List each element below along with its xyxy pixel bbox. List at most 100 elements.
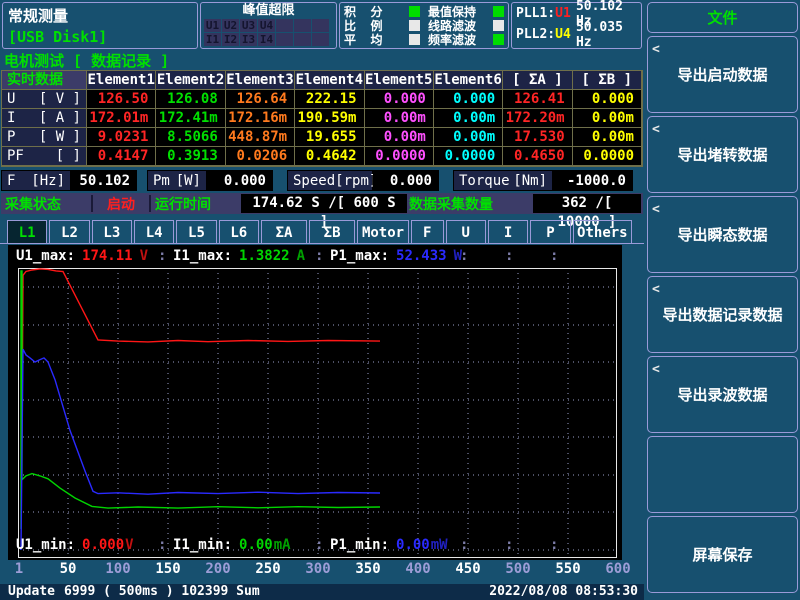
min-value: 0.00 <box>396 537 430 553</box>
sidebar-button-export-datalog-data[interactable]: <导出数据记录数据 <box>647 276 798 353</box>
value-cell: 172.20m <box>503 109 572 128</box>
row-unit: [ V ] <box>39 90 81 108</box>
value-cell: 0.3913 <box>156 147 225 166</box>
scalar-unit: [Nm] <box>513 173 547 189</box>
scalar-label-speed: Speed[rpm] <box>287 170 373 191</box>
scalar-unit: [Hz] <box>31 173 65 189</box>
sidebar-button-export-waveform-data[interactable]: <导出录波数据 <box>647 356 798 433</box>
max-unit: A <box>297 248 305 264</box>
tab-l3[interactable]: L3 <box>92 220 132 244</box>
x-tick-350: 350 <box>355 561 380 577</box>
tab-l5[interactable]: L5 <box>176 220 216 244</box>
tab-σb[interactable]: ΣB <box>309 220 355 244</box>
peak-cell-i3: I3 <box>240 33 257 46</box>
indicator-led <box>493 20 504 31</box>
x-axis-labels: 150100150200250300350400450500550600 <box>8 561 638 581</box>
sidebar-button-label: 导出堵转数据 <box>677 144 767 165</box>
row-name: PF <box>7 147 24 165</box>
x-tick-150: 150 <box>155 561 180 577</box>
update-label: Update <box>8 584 55 600</box>
value-cell: 19.655 <box>295 128 364 147</box>
curve-i1 <box>21 271 380 529</box>
pll-source: U1 <box>555 6 576 21</box>
row-unit: [ W ] <box>39 128 81 146</box>
peak-cell-u4: U4 <box>258 19 275 32</box>
peak-cell-u3: U3 <box>240 19 257 32</box>
x-tick-50: 50 <box>60 561 77 577</box>
value-cell: 0.000 <box>573 90 642 109</box>
pll-frequency: 50.035 Hz <box>576 20 637 50</box>
sidebar-button-export-startup-data[interactable]: <导出启动数据 <box>647 36 798 113</box>
min-label: P1_min: <box>330 537 389 553</box>
value-cell: 126.64 <box>226 90 295 109</box>
tab-l1[interactable]: L1 <box>7 220 47 244</box>
value-cell: 448.87m <box>226 128 295 147</box>
tab-motor[interactable]: Motor <box>357 220 409 244</box>
value-cell: 0.000 <box>365 90 434 109</box>
indicator-label: 频率滤波 <box>428 31 476 48</box>
pll-line: PLL2:U450.035 Hz <box>512 24 641 45</box>
peak-cell-i4: I4 <box>258 33 275 46</box>
tab-u[interactable]: U <box>446 220 486 244</box>
peak-cell-empty <box>312 33 329 46</box>
min-value: 0.000 <box>82 537 124 553</box>
sidebar-button-export-stall-data[interactable]: <导出堵转数据 <box>647 116 798 193</box>
tab-p[interactable]: P <box>530 220 570 244</box>
sample-count-label: 数据采集数量 <box>409 194 531 214</box>
value-cell: 0.4147 <box>87 147 156 166</box>
min-unit: mW <box>431 537 448 553</box>
tab-f[interactable]: F <box>411 220 444 244</box>
indicator-led <box>409 6 420 17</box>
tab-l6[interactable]: L6 <box>219 220 259 244</box>
runtime-value: 174.62 S /[ 600 S ] <box>241 194 407 213</box>
max-unit: V <box>140 248 148 264</box>
x-tick-250: 250 <box>255 561 280 577</box>
channel-tab-bar: L1L2L3L4L5L6ΣAΣBMotorFUIPOthers <box>7 220 634 244</box>
chevron-left-icon: < <box>652 282 660 297</box>
x-tick-300: 300 <box>305 561 330 577</box>
chevron-left-icon: < <box>652 42 660 57</box>
value-cell: 0.000 <box>434 90 503 109</box>
indicator-off: 平 均 <box>344 33 420 46</box>
value-cell: 0.4650 <box>503 147 572 166</box>
page-title: 常规测量 <box>8 5 68 26</box>
usb-disk-label: [USB Disk1] <box>8 28 107 46</box>
status-bar: Update 6999 ( 500ms ) 102399 Sum 2022/08… <box>0 584 644 600</box>
row-label: I[ A ] <box>2 109 87 128</box>
max-readout-i1: I1_max:1.3822A <box>173 248 305 264</box>
row-label: U [ V ] <box>2 90 87 109</box>
tab-others[interactable]: Others <box>573 220 632 244</box>
chart-max-labels: U1_max:174.11VI1_max:1.3822AP1_max:52.43… <box>8 248 622 266</box>
separator-colon: : <box>158 248 166 264</box>
value-cell: 0.00m <box>434 109 503 128</box>
value-cell: 8.5066 <box>156 128 225 147</box>
sidebar-button-label: 屏幕保存 <box>692 544 752 565</box>
tab-i[interactable]: I <box>488 220 528 244</box>
value-cell: 0.4642 <box>295 147 364 166</box>
max-value: 52.433 <box>396 248 447 264</box>
tab-l4[interactable]: L4 <box>134 220 174 244</box>
row-label: PF[ ] <box>2 147 87 166</box>
separator-colon: : <box>550 537 558 553</box>
table-corner-label: 实时数据 <box>2 71 87 90</box>
x-tick-600: 600 <box>605 561 630 577</box>
acq-status-value: 启动 <box>93 194 149 214</box>
x-tick-400: 400 <box>405 561 430 577</box>
row-name: U <box>7 90 15 108</box>
value-cell: 9.0231 <box>87 128 156 147</box>
peak-cell-i1: I1 <box>204 33 221 46</box>
separator-colon: : <box>315 248 323 264</box>
sidebar-title-label: 文件 <box>707 7 737 28</box>
scalar-label-pm: Pm[W] <box>147 170 207 191</box>
x-tick-550: 550 <box>555 561 580 577</box>
function-indicator-box: 积 分比 例平 均最值保持线路滤波频率滤波 <box>339 2 509 49</box>
sidebar-button-export-transient-data[interactable]: <导出瞬态数据 <box>647 196 798 273</box>
max-readout-p1: P1_max:52.433W <box>330 248 462 264</box>
column-header: [ ΣB ] <box>573 71 642 90</box>
tab-l2[interactable]: L2 <box>49 220 89 244</box>
value-cell: 0.00m <box>573 109 642 128</box>
tab-σa[interactable]: ΣA <box>261 220 307 244</box>
scalar-name: Pm <box>153 173 170 189</box>
sidebar-button-screen-save[interactable]: 屏幕保存 <box>647 516 798 593</box>
x-tick-200: 200 <box>205 561 230 577</box>
